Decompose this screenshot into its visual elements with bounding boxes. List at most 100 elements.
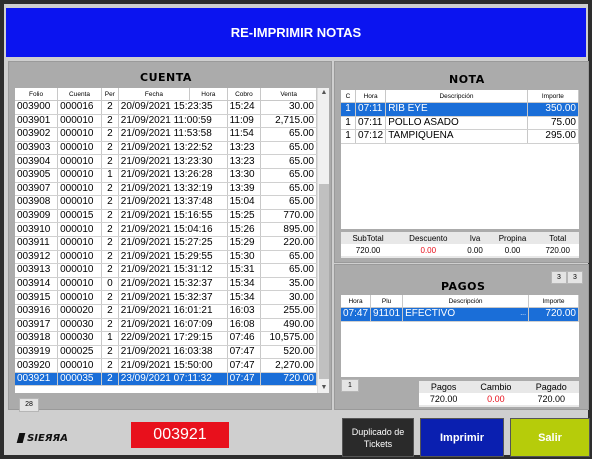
table-row[interactable]: 003903 000010 2 21/09/2021 13:22:52 13:23 65.… — [15, 141, 317, 156]
table-cell: 21/09/2021 11:00:59 — [118, 114, 228, 129]
pagos-panel: PAGOS 3 3 Hora Plu Descripción Importe 07:4… — [334, 264, 589, 410]
table-row[interactable]: 07:47 91101 EFECTIVO... 720.00 — [341, 307, 579, 322]
table-cell: 91101 — [370, 307, 404, 322]
table-row[interactable]: 003908 000010 2 21/09/2021 13:37:48 15:04 65.… — [15, 195, 317, 210]
nota-col-1[interactable]: Hora — [355, 90, 387, 103]
total-label: SubTotal — [352, 233, 384, 243]
nota-col-3[interactable]: Importe — [527, 90, 580, 103]
total-label: Descuento — [409, 233, 448, 243]
table-cell: 2 — [101, 372, 119, 387]
table-cell: 07:47 — [227, 345, 262, 360]
table-cell: 30.00 — [260, 290, 317, 305]
cuenta-col-cuenta[interactable]: Cuenta — [57, 88, 102, 101]
scroll-up-icon[interactable]: ▲ — [318, 88, 329, 98]
table-row[interactable]: 003900 000016 2 20/09/2021 15:23:35 15:24 30.… — [15, 100, 317, 115]
table-row[interactable]: 003913 000010 2 21/09/2021 15:31:12 15:31 65.… — [15, 263, 317, 278]
table-row[interactable]: 003916 000020 2 21/09/2021 16:01:21 16:03 255… — [15, 304, 317, 319]
table-row[interactable]: 003920 000010 2 21/09/2021 15:50:00 07:47 2,2… — [15, 358, 317, 373]
table-row[interactable]: 003911 000010 2 21/09/2021 15:27:25 15:29 220… — [15, 236, 317, 251]
nota-col-0[interactable]: C — [341, 90, 357, 103]
pagos-col-0[interactable]: Hora — [341, 295, 372, 308]
table-cell: 11:54 — [227, 127, 262, 142]
table-row[interactable]: 003912 000010 2 21/09/2021 15:29:55 15:30 65.… — [15, 250, 317, 265]
table-cell: 220.00 — [260, 236, 317, 251]
table-cell: 000016 — [57, 100, 102, 115]
scroll-thumb[interactable] — [319, 184, 329, 379]
table-cell: 1 — [341, 116, 357, 131]
cuenta-col-folio[interactable]: Folio — [15, 88, 59, 101]
table-row[interactable]: 1 07:12 TAMPIQUENA 295.00 — [341, 129, 580, 144]
table-cell: 003912 — [15, 250, 59, 265]
total-value: 720.00 — [419, 393, 469, 405]
table-cell: 65.00 — [260, 127, 317, 142]
table-row[interactable]: 003921 000035 2 23/09/2021 07:11:32 07:47 720… — [15, 372, 317, 387]
table-cell: 2 — [101, 222, 119, 237]
table-row[interactable]: 003918 000030 1 22/09/2021 17:29:15 07:46 10,… — [15, 331, 317, 346]
table-cell: 000010 — [57, 141, 102, 156]
table-cell: 003921 — [15, 372, 59, 387]
total-label: Iva — [469, 233, 481, 243]
total-value: 0.00 — [488, 244, 537, 256]
pagos-col-2[interactable]: Descripción — [402, 295, 530, 308]
table-cell: 000010 — [57, 114, 102, 129]
salir-button[interactable]: Salir — [510, 418, 590, 457]
imprimir-button[interactable]: Imprimir — [420, 418, 504, 457]
table-row[interactable]: 003914 000010 0 21/09/2021 15:32:37 15:34 35.… — [15, 277, 317, 292]
scroll-down-icon[interactable]: ▼ — [318, 383, 329, 393]
table-row[interactable]: 003919 000025 2 21/09/2021 16:03:38 07:47 520… — [15, 345, 317, 360]
table-row[interactable]: 003910 000010 2 21/09/2021 15:04:16 15:26 895… — [15, 222, 317, 237]
table-row[interactable]: 003904 000010 2 21/09/2021 13:23:30 13:23 65.… — [15, 154, 317, 169]
table-cell: 65.00 — [260, 154, 317, 169]
pagos-title: PAGOS — [441, 280, 486, 293]
nota-col-2[interactable]: Descripción — [385, 90, 528, 103]
table-cell: 15:31 — [227, 263, 262, 278]
logo-icon — [16, 433, 26, 443]
table-cell: 21/09/2021 13:32:19 — [118, 182, 228, 197]
total-value: 0.00 — [395, 244, 462, 256]
table-cell: 003920 — [15, 358, 59, 373]
table-cell: 21/09/2021 13:22:52 — [118, 141, 228, 156]
duplicado-tickets-button[interactable]: Duplicado de Tickets — [342, 418, 414, 457]
imprimir-label: Imprimir — [439, 431, 484, 444]
more-options-icon[interactable]: ... — [520, 308, 526, 320]
table-cell: 1 — [101, 168, 119, 183]
cuenta-col-venta[interactable]: Venta — [260, 88, 317, 101]
table-cell: 21/09/2021 15:04:16 — [118, 222, 228, 237]
table-cell: 07:11 — [355, 116, 387, 131]
table-cell: 13:30 — [227, 168, 262, 183]
pagos-col-1[interactable]: Plu — [370, 295, 404, 308]
table-cell: 003904 — [15, 154, 59, 169]
table-row[interactable]: 1 07:11 RIB EYE 350.00 — [341, 102, 580, 117]
table-cell: 000010 — [57, 263, 102, 278]
nota-table: C Hora Descripción Importe 1 07:11 RIB EYE 350… — [341, 90, 580, 144]
table-row[interactable]: 003917 000030 2 21/09/2021 16:07:09 16:08 490… — [15, 318, 317, 333]
table-cell: 15:30 — [227, 250, 262, 265]
table-row[interactable]: 003905 000010 1 21/09/2021 13:26:28 13:30 65.… — [15, 168, 317, 183]
table-cell: 255.00 — [260, 304, 317, 319]
cuenta-col-hora[interactable]: Hora — [189, 88, 228, 101]
folio-display-value: 003921 — [153, 426, 207, 443]
table-cell: 21/09/2021 16:01:21 — [118, 304, 228, 319]
table-cell: 000010 — [57, 127, 102, 142]
cuenta-title: CUENTA — [140, 71, 192, 84]
table-cell: 003902 — [15, 127, 59, 142]
cuenta-scrollbar[interactable]: ▲ ▼ — [317, 88, 329, 393]
pagos-col-3[interactable]: Importe — [528, 295, 579, 308]
table-row[interactable]: 003902 000010 2 21/09/2021 11:53:58 11:54 65.… — [15, 127, 317, 142]
table-cell: 003911 — [15, 236, 59, 251]
table-row[interactable]: 1 07:11 POLLO ASADO 75.00 — [341, 116, 580, 131]
table-row[interactable]: 003901 000010 2 21/09/2021 11:00:59 11:09 2,7… — [15, 114, 317, 129]
table-cell: 21/09/2021 15:32:37 — [118, 277, 228, 292]
table-cell: 21/09/2021 15:32:37 — [118, 290, 228, 305]
table-row[interactable]: 003909 000015 2 21/09/2021 15:16:55 15:25 770… — [15, 209, 317, 224]
table-cell: 2 — [101, 195, 119, 210]
table-row[interactable]: 003907 000010 2 21/09/2021 13:32:19 13:39 65.… — [15, 182, 317, 197]
cuenta-col-fecha[interactable]: Fecha — [118, 88, 191, 101]
table-cell: 003903 — [15, 141, 59, 156]
table-cell: 10,575.00 — [260, 331, 317, 346]
cuenta-col-per[interactable]: Per — [101, 88, 119, 101]
table-row[interactable]: 003915 000010 2 21/09/2021 15:32:37 15:34 30.… — [15, 290, 317, 305]
table-cell: 2 — [101, 127, 119, 142]
cuenta-col-cobro[interactable]: Cobro — [227, 88, 262, 101]
table-cell: 35.00 — [260, 277, 317, 292]
